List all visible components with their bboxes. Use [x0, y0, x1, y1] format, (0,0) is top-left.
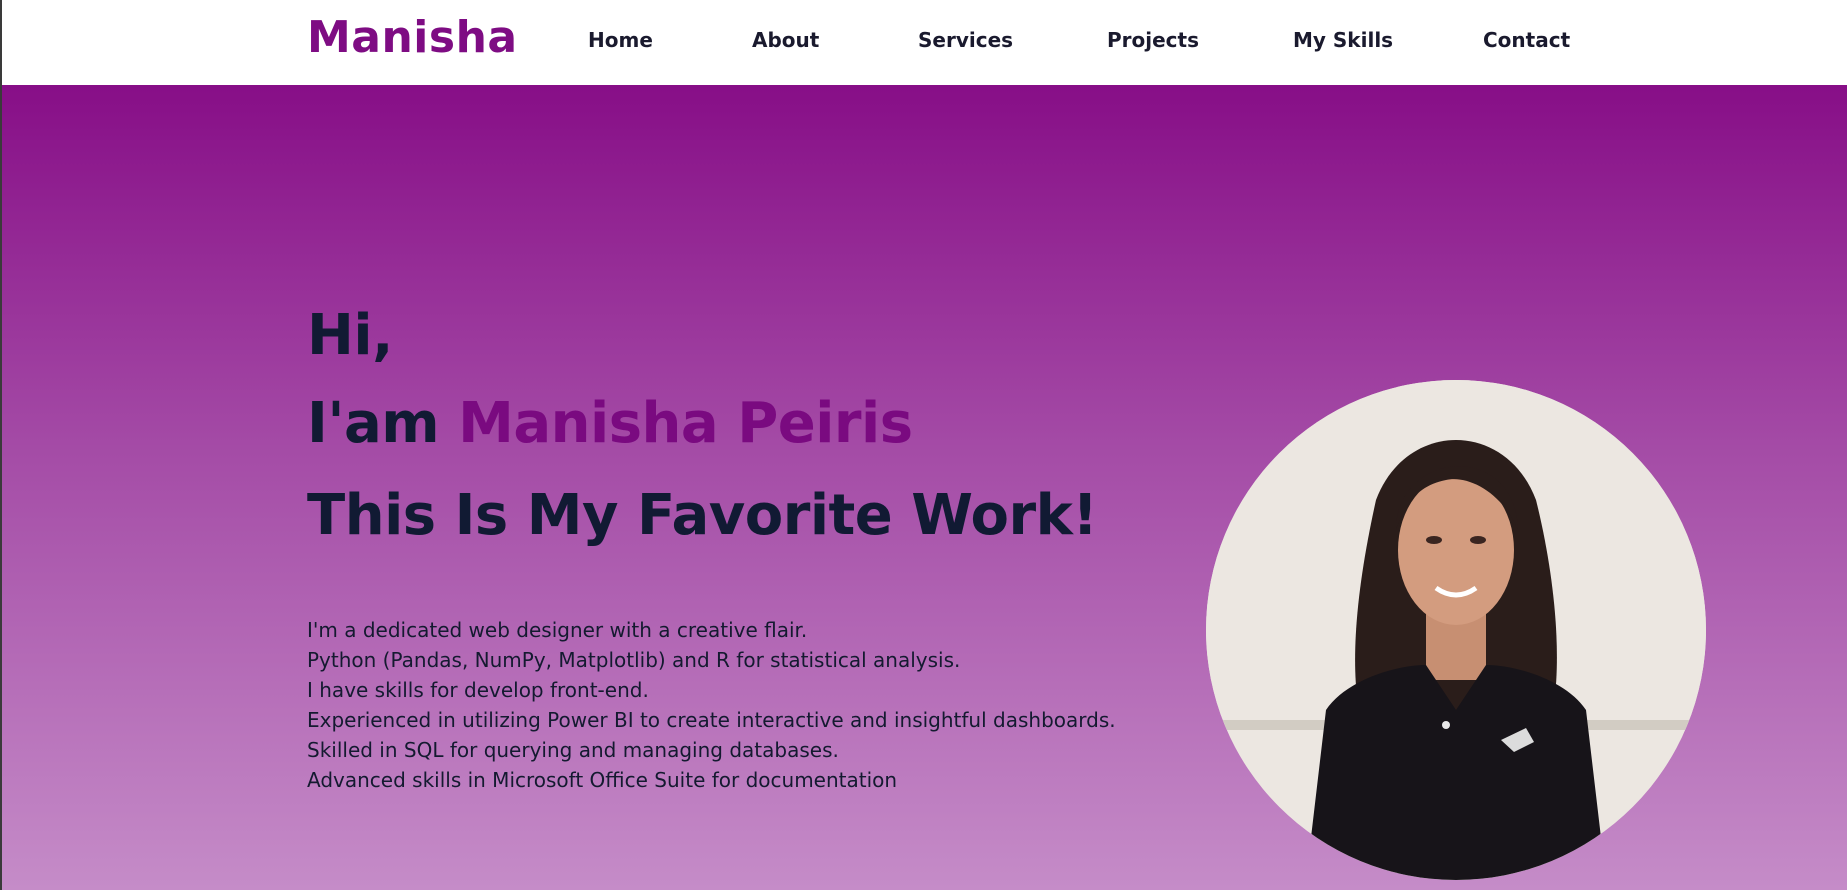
hero-tagline: This Is My Favorite Work!: [307, 483, 1098, 548]
description-line: Advanced skills in Microsoft Office Suit…: [307, 768, 898, 792]
profile-photo: [1206, 380, 1706, 880]
hero-intro: I'am Manisha Peiris: [307, 391, 913, 456]
hero-greeting: Hi,: [307, 303, 393, 368]
description-line: Skilled in SQL for querying and managing…: [307, 738, 839, 762]
navbar: Manisha Home About Services Projects My …: [0, 0, 1847, 85]
nav-about[interactable]: About: [752, 28, 819, 52]
window-edge: [0, 0, 2, 890]
profile-photo-illustration: [1206, 380, 1706, 880]
description-line: I'm a dedicated web designer with a crea…: [307, 618, 808, 642]
description-line: Experienced in utilizing Power BI to cre…: [307, 708, 1116, 732]
site-logo[interactable]: Manisha: [307, 12, 518, 63]
nav-home[interactable]: Home: [588, 28, 653, 52]
description-line: I have skills for develop front-end.: [307, 678, 649, 702]
hero-description: I'm a dedicated web designer with a crea…: [307, 615, 1116, 795]
nav-services[interactable]: Services: [918, 28, 1013, 52]
nav-projects[interactable]: Projects: [1107, 28, 1199, 52]
description-line: Python (Pandas, NumPy, Matplotlib) and R…: [307, 648, 961, 672]
hero-intro-prefix: I'am: [307, 391, 459, 456]
hero-name: Manisha Peiris: [458, 391, 913, 456]
nav-contact[interactable]: Contact: [1483, 28, 1570, 52]
nav-my-skills[interactable]: My Skills: [1293, 28, 1393, 52]
